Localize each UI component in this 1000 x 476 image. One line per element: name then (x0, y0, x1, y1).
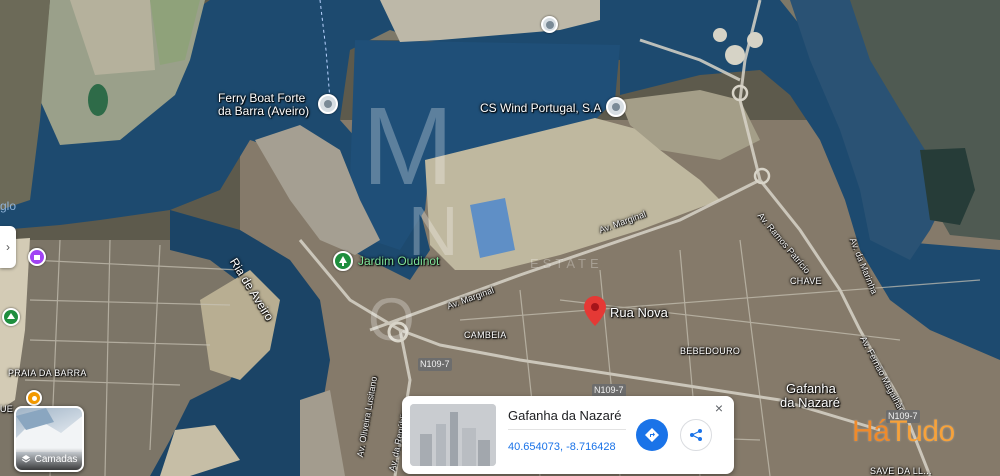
label-bebedouro: BEBEDOURO (680, 346, 741, 356)
place-card[interactable]: Gafanha da Nazaré 40.654073, -8.716428 × (402, 396, 734, 474)
label-praia-barra: PRAIA DA BARRA (8, 368, 87, 378)
label-chave: CHAVE (790, 276, 822, 286)
layers-caption: Camadas (16, 448, 82, 470)
place-divider (508, 429, 626, 430)
orange-poi-icon[interactable] (26, 390, 42, 406)
directions-icon (645, 428, 659, 442)
share-icon (690, 429, 702, 441)
share-button[interactable] (680, 419, 712, 451)
watermark-letter-m: M (362, 85, 454, 208)
label-cs-wind[interactable]: CS Wind Portugal, S.A (480, 102, 601, 115)
brand-part2: Tudo (889, 415, 955, 448)
layers-label: Camadas (34, 453, 78, 465)
purple-poi-icon[interactable] (28, 248, 46, 266)
brand-part1: Há (852, 415, 890, 448)
port-pin-icon[interactable] (541, 16, 558, 33)
label-n109-a: N109-7 (418, 358, 452, 371)
label-ferry-line2[interactable]: da Barra (Aveiro) (218, 105, 309, 118)
side-panel-toggle[interactable]: › (0, 226, 16, 268)
label-rua-nova[interactable]: Rua Nova (610, 306, 668, 319)
brand-logo: HáTudo (852, 416, 955, 448)
label-cambeia: CAMBEIA (464, 330, 507, 340)
label-gafanha-line1: Gafanha (786, 381, 836, 396)
place-thumbnail[interactable] (410, 404, 496, 466)
close-icon[interactable]: × (710, 399, 728, 417)
watermark-letter-o: O (368, 286, 415, 353)
layers-icon (21, 455, 30, 463)
label-bottom-right: SAVE DA LL... (870, 466, 932, 476)
label-jardim[interactable]: Jardim Oudinot (358, 255, 439, 268)
layers-button[interactable]: Camadas (14, 406, 84, 472)
layers-preview (16, 408, 82, 452)
green-poi-icon[interactable] (2, 308, 20, 326)
place-title: Gafanha da Nazaré (508, 408, 622, 423)
place-coordinates[interactable]: 40.654073, -8.716428 (508, 441, 616, 453)
ferry-pin-icon[interactable] (318, 94, 338, 114)
watermark-word: ESTATE (530, 256, 603, 271)
label-side-glo: glo (0, 199, 17, 213)
place-thumbnail-image (410, 404, 496, 466)
label-edge-ue: UE (0, 404, 14, 414)
label-gafanha-line2: da Nazaré (780, 395, 840, 410)
jardim-pin-icon[interactable] (333, 251, 353, 271)
directions-button[interactable] (636, 419, 668, 451)
cs-wind-pin-icon[interactable] (606, 97, 626, 117)
location-pin-icon[interactable] (584, 296, 606, 326)
